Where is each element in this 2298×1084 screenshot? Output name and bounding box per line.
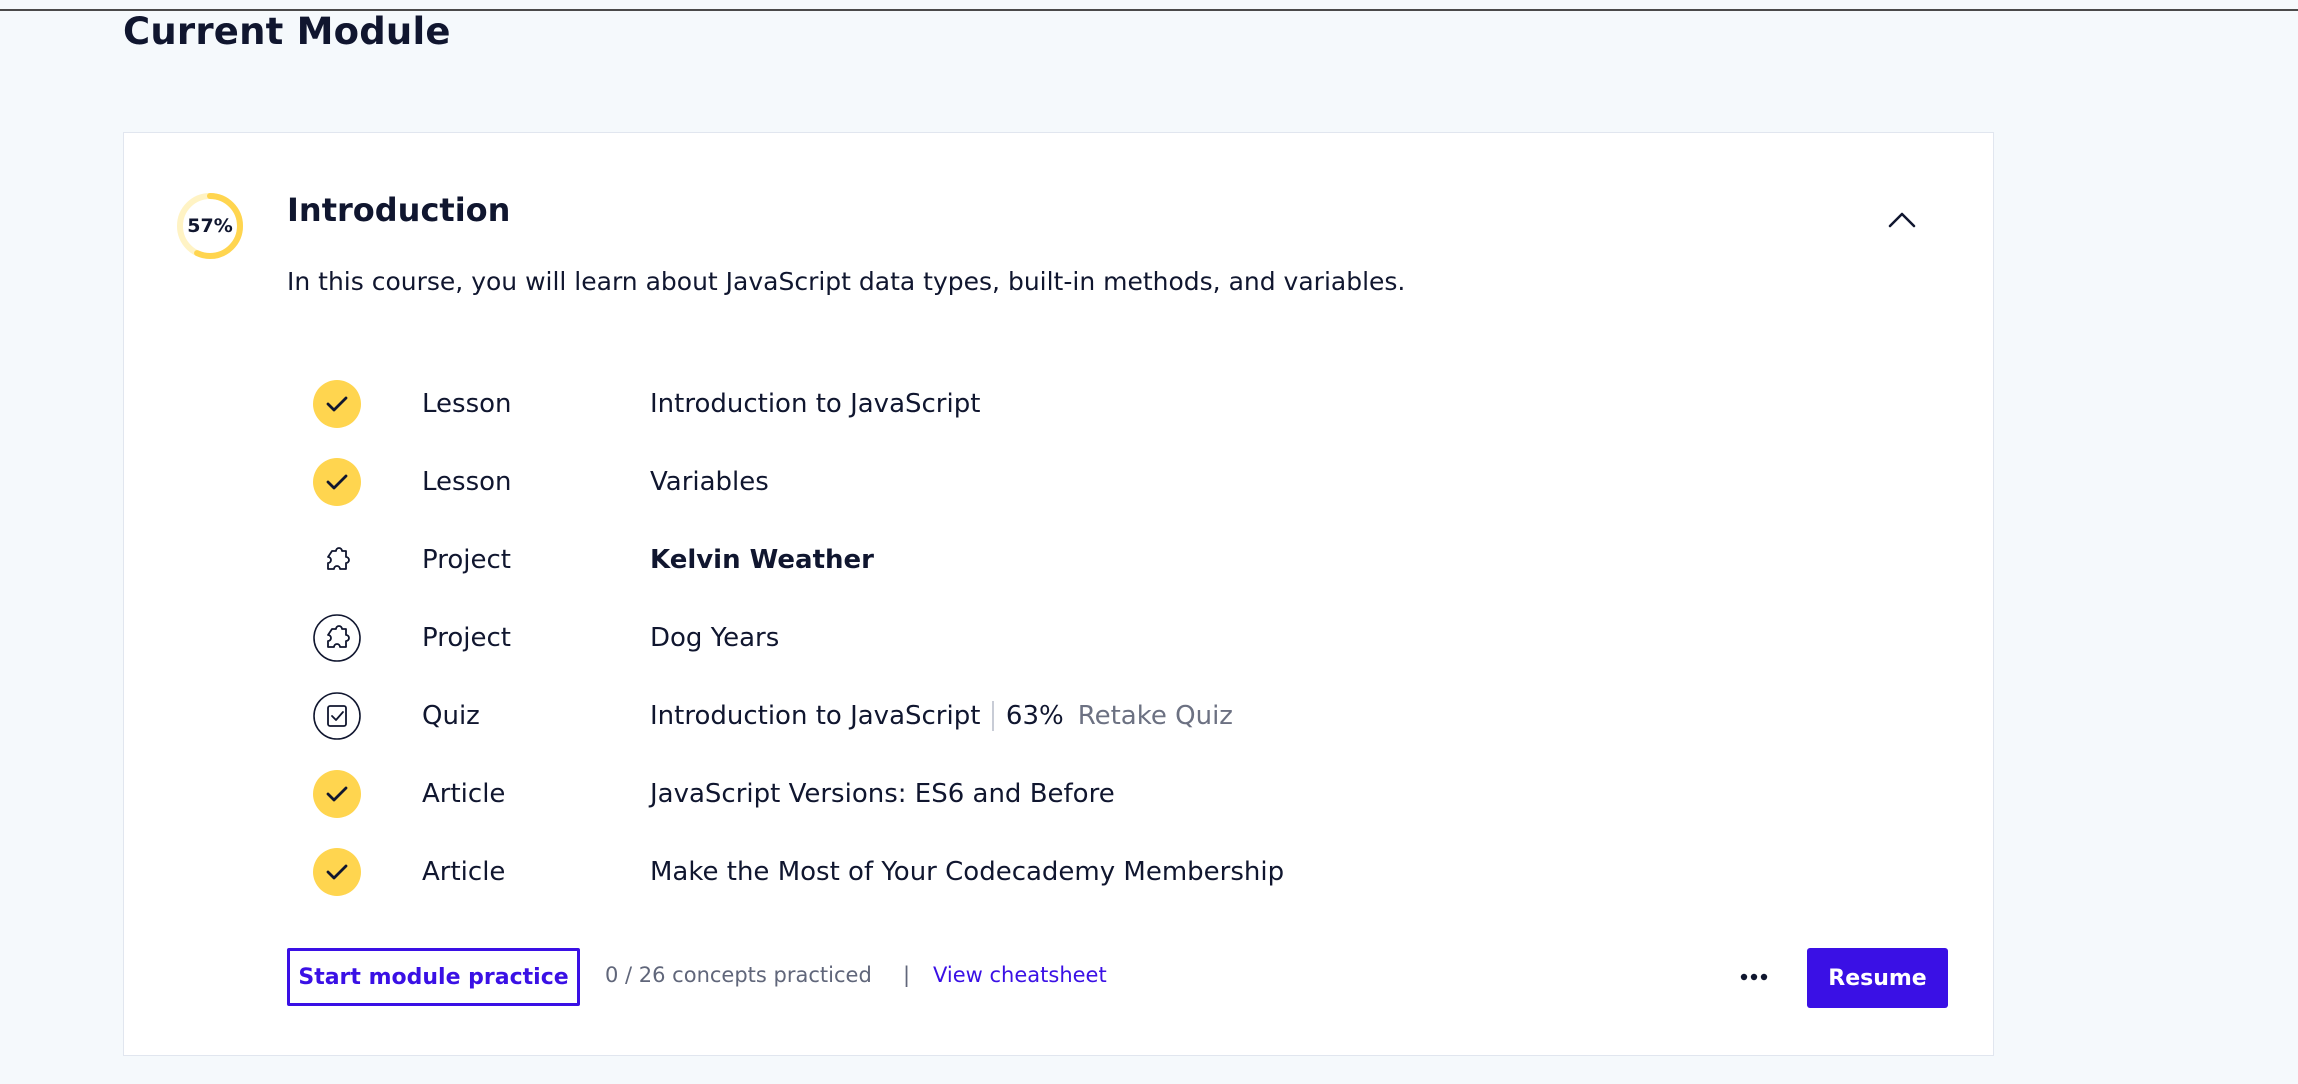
module-progress-ring: 57%	[175, 191, 245, 261]
item-title-link[interactable]: Introduction to JavaScript	[650, 389, 980, 419]
page-heading: Current Module	[123, 10, 451, 53]
item-type-label: Lesson	[422, 467, 512, 497]
list-item[interactable]: Article JavaScript Versions: ES6 and Bef…	[313, 755, 1913, 833]
collapse-module-button[interactable]	[1884, 205, 1920, 235]
check-icon	[313, 458, 361, 506]
item-title-link[interactable]: Introduction to JavaScript	[650, 701, 980, 731]
item-type-label: Project	[422, 623, 511, 653]
footer-separator: |	[903, 963, 911, 987]
puzzle-icon	[313, 536, 361, 584]
module-title: Introduction	[287, 191, 511, 229]
item-type-label: Quiz	[422, 701, 480, 731]
concepts-practiced-count: 0 / 26 concepts practiced	[605, 963, 872, 987]
list-item[interactable]: Lesson Variables	[313, 443, 1913, 521]
check-icon	[313, 380, 361, 428]
list-item[interactable]: Article Make the Most of Your Codecademy…	[313, 833, 1913, 911]
item-type-label: Project	[422, 545, 511, 575]
start-module-practice-button[interactable]: Start module practice	[287, 948, 580, 1006]
quiz-icon	[313, 692, 361, 740]
list-item[interactable]: Quiz Introduction to JavaScript 63% Reta…	[313, 677, 1913, 755]
more-dots-icon	[1740, 973, 1768, 981]
quiz-score: 63%	[1005, 701, 1064, 731]
item-type-label: Article	[422, 779, 506, 809]
quiz-divider	[992, 701, 994, 731]
more-options-button[interactable]	[1736, 962, 1772, 992]
progress-percent-label: 57%	[187, 215, 233, 237]
item-title-link[interactable]: Make the Most of Your Codecademy Members…	[650, 857, 1284, 887]
resume-button[interactable]: Resume	[1807, 948, 1948, 1008]
item-title-link[interactable]: Variables	[650, 467, 769, 497]
list-item[interactable]: Project Kelvin Weather	[313, 521, 1913, 599]
item-type-label: Lesson	[422, 389, 512, 419]
retake-quiz-link[interactable]: Retake Quiz	[1078, 701, 1233, 731]
item-title-link[interactable]: JavaScript Versions: ES6 and Before	[650, 779, 1115, 809]
module-footer: Start module practice 0 / 26 concepts pr…	[287, 948, 1948, 1008]
module-item-list: Lesson Introduction to JavaScript Lesson…	[313, 365, 1913, 911]
item-title-link[interactable]: Kelvin Weather	[650, 545, 874, 575]
puzzle-icon	[313, 614, 361, 662]
check-icon	[313, 848, 361, 896]
module-card: 57% Introduction In this course, you wil…	[123, 132, 1994, 1056]
chevron-up-icon	[1888, 212, 1916, 228]
quiz-item-details: Introduction to JavaScript 63% Retake Qu…	[650, 701, 1233, 731]
module-description: In this course, you will learn about Jav…	[287, 267, 1406, 296]
view-cheatsheet-link[interactable]: View cheatsheet	[933, 963, 1107, 987]
list-item[interactable]: Lesson Introduction to JavaScript	[313, 365, 1913, 443]
check-icon	[313, 770, 361, 818]
item-title-link[interactable]: Dog Years	[650, 623, 779, 653]
item-type-label: Article	[422, 857, 506, 887]
list-item[interactable]: Project Dog Years	[313, 599, 1913, 677]
